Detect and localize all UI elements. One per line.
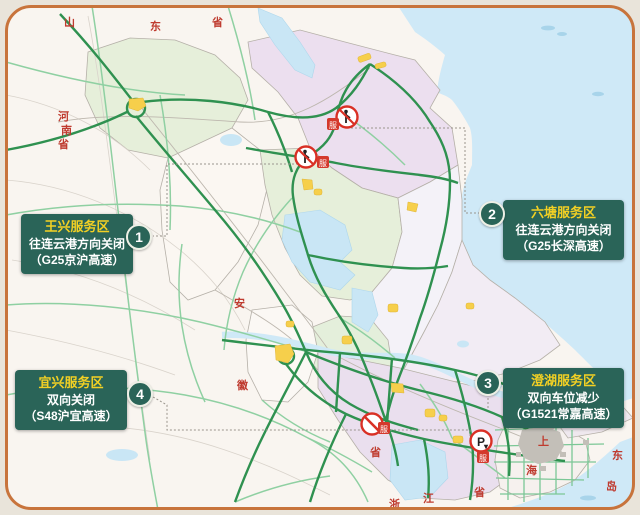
callout-badge-2: 2	[479, 201, 505, 227]
service-area-marker: 服	[327, 118, 339, 130]
callout-status: 双向车位减少	[527, 390, 600, 405]
luoma-lake	[220, 134, 242, 146]
callout-status: 往连云港方向关闭	[28, 236, 125, 251]
callout-liutang-service-area: 六塘服务区 往连云港方向关闭 （G25长深高速）	[503, 200, 624, 261]
parking-reduced-icon: P ▾	[469, 429, 493, 453]
callout-status: 往连云港方向关闭	[515, 222, 612, 237]
service-area-marker: 服	[378, 422, 390, 434]
traffic-map-page: P ▾ 服 服 服 服 山 东 省 河 南 省 安 徽 省 浙 江 省 上 海 …	[0, 0, 640, 515]
province-label: 江	[423, 491, 434, 505]
island-label: 岛	[606, 479, 617, 493]
province-label: 省	[473, 485, 485, 499]
city-label: 上	[538, 434, 549, 448]
callout-title: 澄湖服务区	[530, 373, 596, 388]
badge-number: 2	[488, 206, 496, 222]
callout-badge-3: 3	[475, 370, 501, 396]
badge-number: 1	[135, 229, 143, 245]
province-label: 东	[150, 19, 161, 33]
closure-icon-liutang	[335, 105, 359, 129]
callout-road: （S48沪宜高速）	[24, 409, 118, 424]
province-label: 省	[57, 137, 69, 151]
callout-wangxing-service-area: 王兴服务区 往连云港方向关闭 （G25京沪高速）	[21, 214, 133, 275]
province-label: 省	[369, 445, 381, 459]
province-label: 省	[211, 15, 223, 29]
svg-text:服: 服	[329, 121, 337, 130]
callout-status: 双向关闭	[46, 392, 95, 407]
callout-road: （G25长深高速）	[516, 239, 611, 254]
sea-label: 东	[612, 448, 623, 462]
service-area-marker: 服	[477, 451, 489, 463]
callout-title: 六塘服务区	[530, 205, 596, 220]
badge-number: 3	[484, 375, 492, 391]
callout-badge-1: 1	[126, 224, 152, 250]
closure-icon-wangxing	[294, 145, 318, 169]
callout-road: （G1521常嘉高速）	[509, 407, 618, 422]
province-label: 河	[58, 109, 69, 123]
callout-chenghu-service-area: 澄湖服务区 双向车位减少 （G1521常嘉高速）	[503, 368, 624, 429]
service-area-marker: 服	[317, 156, 329, 168]
badge-number: 4	[136, 386, 144, 402]
province-label: 安	[234, 296, 245, 310]
svg-text:服: 服	[319, 159, 327, 168]
province-label: 南	[61, 123, 72, 137]
city-label: 海	[526, 463, 537, 477]
province-label: 山	[64, 15, 75, 29]
callout-title: 王兴服务区	[44, 219, 110, 234]
svg-text:服: 服	[380, 425, 388, 434]
callout-title: 宜兴服务区	[38, 375, 104, 390]
svg-text:服: 服	[479, 454, 487, 463]
province-label: 浙	[389, 497, 400, 510]
callout-badge-4: 4	[127, 381, 153, 407]
callout-road: （G25京沪高速）	[29, 253, 125, 268]
callout-yixing-service-area: 宜兴服务区 双向关闭 （S48沪宜高速）	[15, 370, 127, 431]
province-label: 徽	[236, 378, 249, 392]
